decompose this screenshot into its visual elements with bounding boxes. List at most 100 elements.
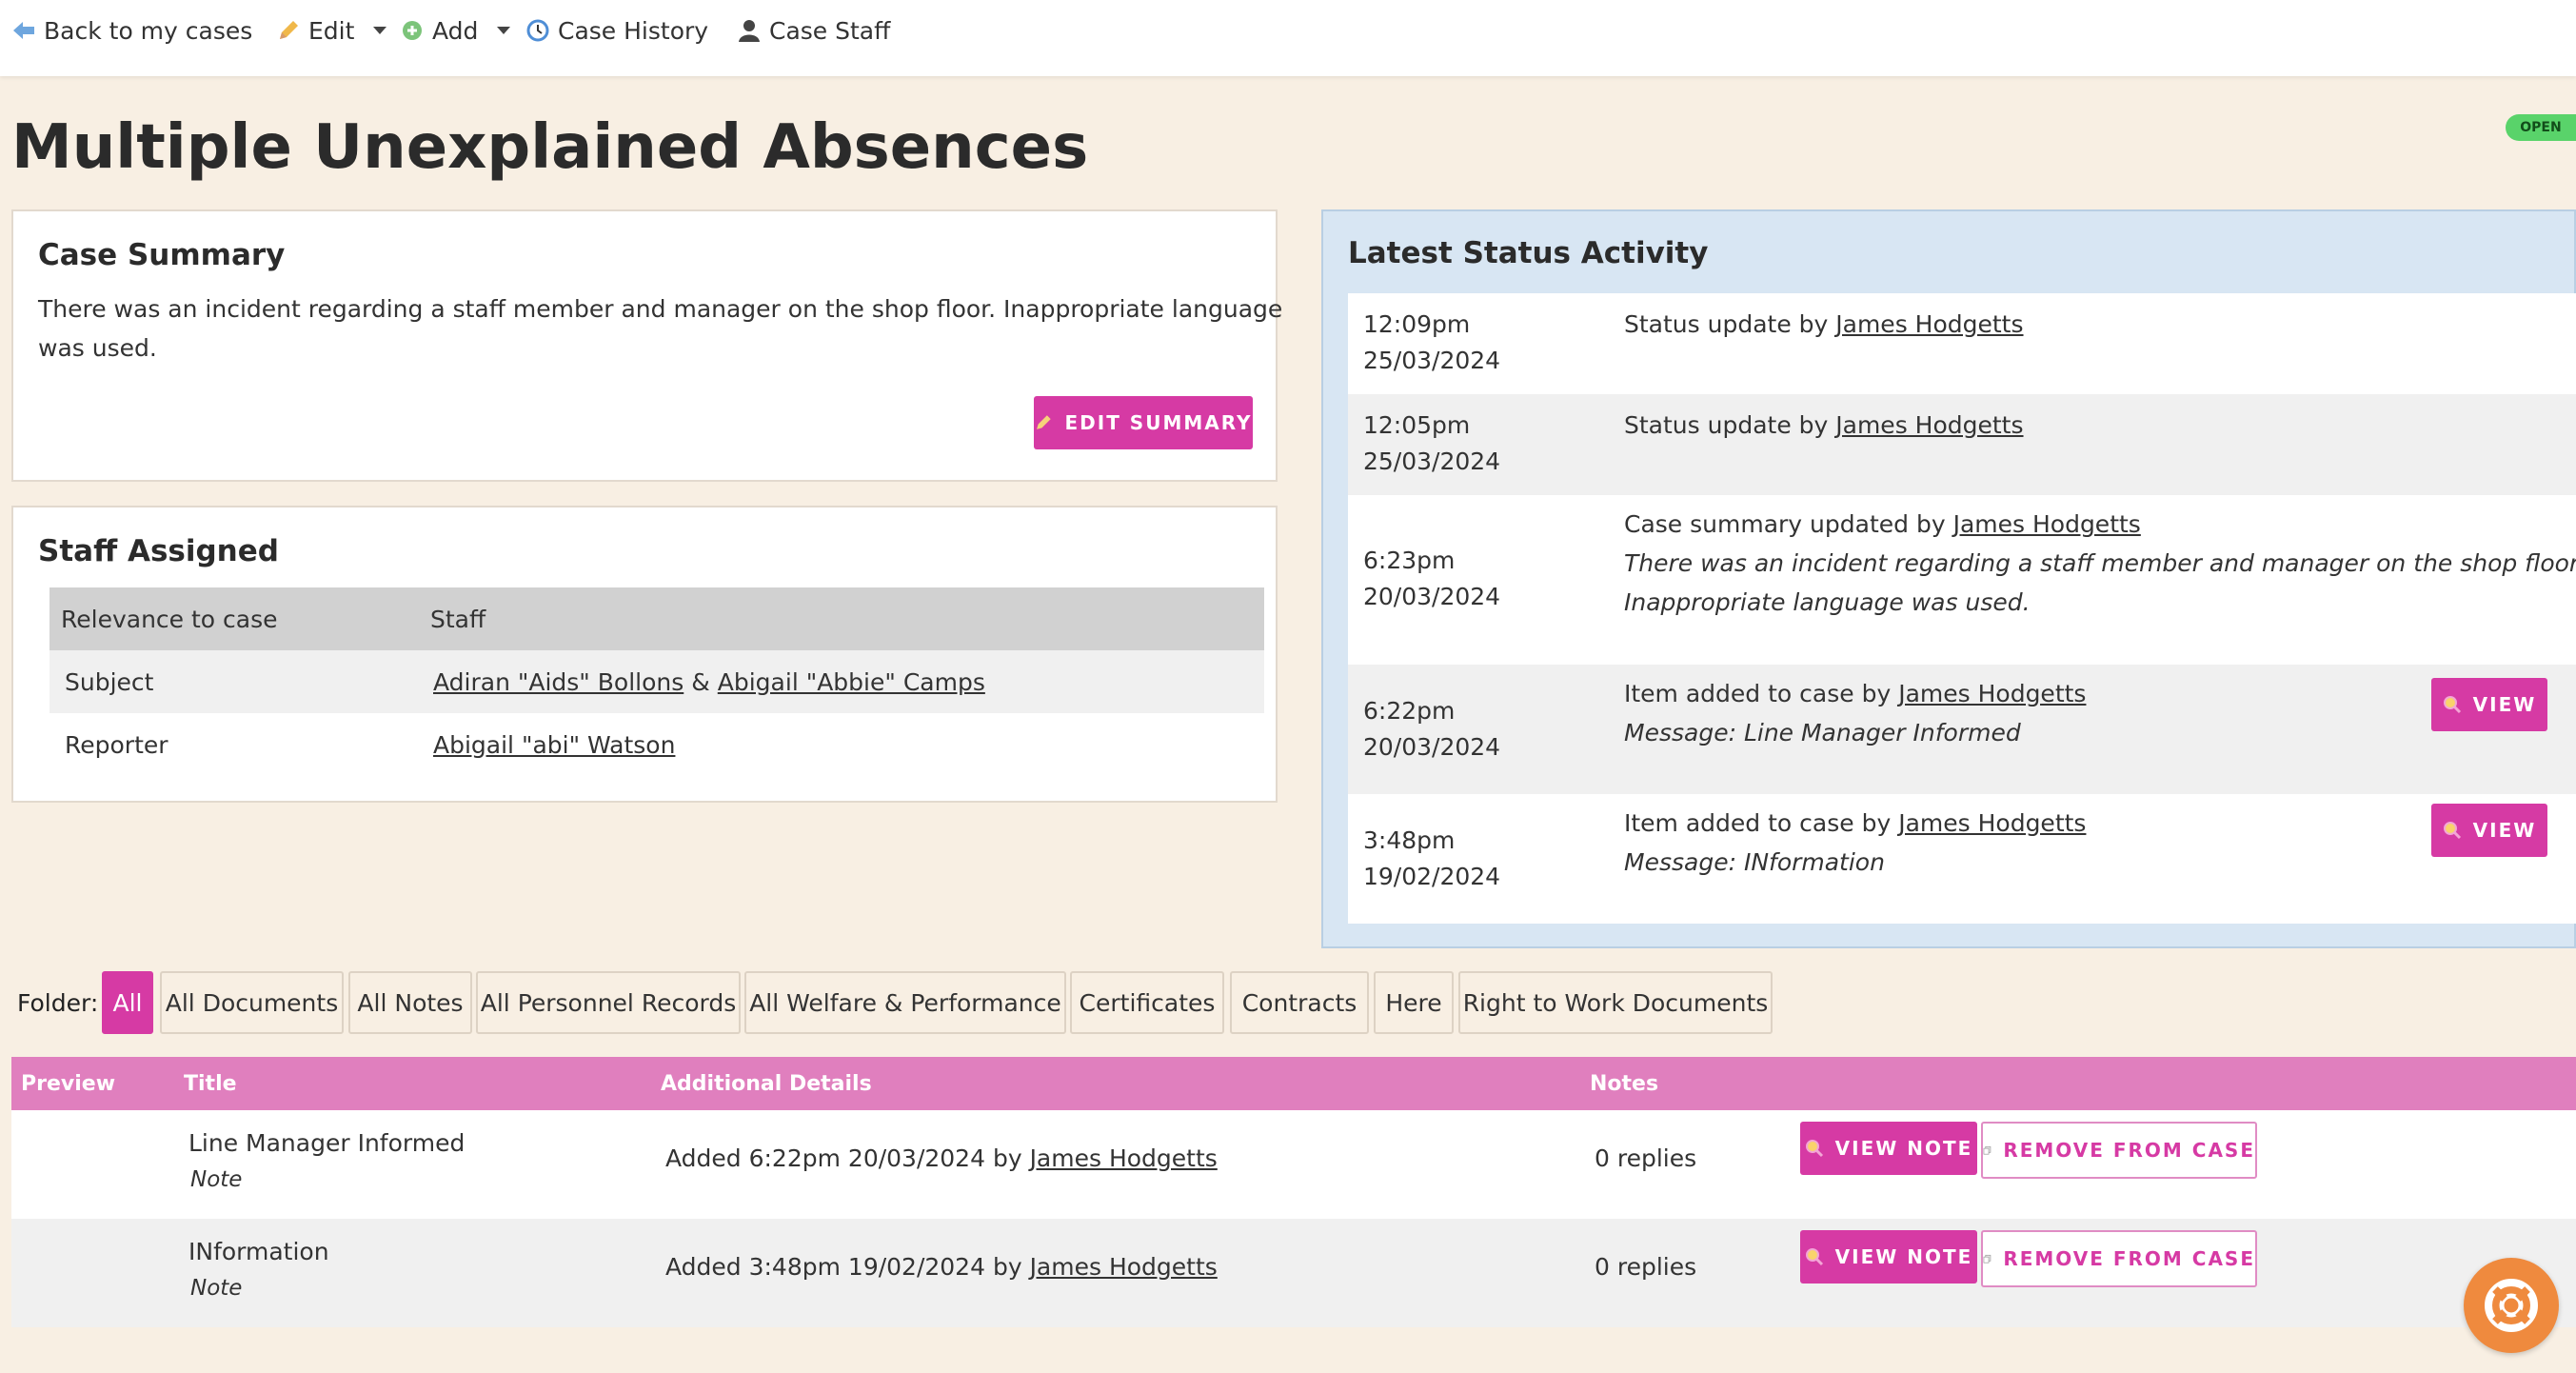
case-history-label: Case History (558, 16, 709, 45)
user-link[interactable]: James Hodgetts (1898, 809, 2086, 837)
folder-tab-contracts[interactable]: Contracts (1230, 971, 1369, 1034)
activity-time: 6:23pm (1363, 547, 1456, 574)
support-widget-button[interactable] (2464, 1258, 2559, 1353)
activity-text: Case summary updated by (1624, 510, 1946, 538)
activity-date: 25/03/2024 (1363, 448, 1501, 475)
separator: & (691, 667, 710, 696)
folder-tab-certificates[interactable]: Certificates (1070, 971, 1224, 1034)
add-menu[interactable]: Add (400, 13, 511, 48)
folder-tab-all-personnel-records[interactable]: All Personnel Records (476, 971, 741, 1034)
table-row: INformation Note Added 3:48pm 19/02/2024… (11, 1219, 2576, 1327)
activity-item: 6:23pm 20/03/2024 Case summary updated b… (1348, 495, 2576, 665)
edit-menu[interactable]: Edit (276, 13, 387, 48)
magnifier-icon (1805, 1140, 1823, 1158)
activity-date: 19/02/2024 (1363, 863, 1501, 890)
back-label: Back to my cases (44, 16, 253, 45)
column-header-preview: Preview (21, 1071, 116, 1096)
case-staff-label: Case Staff (769, 16, 891, 45)
activity-timestamp: 6:23pm 20/03/2024 (1363, 543, 1500, 615)
activity-description: Case summary updated by James Hodgetts T… (1624, 505, 2576, 622)
magnifier-icon (2443, 822, 2461, 840)
table-row: Subject Adiran "Aids" Bollons & Abigail … (50, 650, 1264, 713)
view-note-button[interactable]: VIEW NOTE (1800, 1122, 1977, 1175)
view-button[interactable]: VIEW (2431, 804, 2547, 857)
activity-time: 12:09pm (1363, 310, 1471, 338)
folder-tab-all-documents[interactable]: All Documents (160, 971, 344, 1034)
magnifier-icon (1805, 1248, 1823, 1266)
arrow-left-icon (13, 22, 34, 39)
table-row: Reporter Abigail "abi" Watson (50, 713, 1264, 776)
staff-link[interactable]: Abigail "abi" Watson (433, 731, 675, 759)
clock-icon (526, 19, 549, 42)
file-details: Added 6:22pm 20/03/2024 by James Hodgett… (665, 1144, 1218, 1172)
user-link[interactable]: James Hodgetts (1953, 510, 2141, 538)
activity-text: Item added to case by (1624, 809, 1892, 837)
staff-table-header: Relevance to case Staff (50, 587, 1264, 650)
file-title: INformation (188, 1238, 329, 1265)
remove-from-case-button[interactable]: REMOVE FROM CASE (1981, 1230, 2257, 1287)
staff-link[interactable]: Adiran "Aids" Bollons (433, 668, 684, 696)
case-staff-link[interactable]: Case Staff (737, 13, 890, 48)
magnifier-icon (2443, 696, 2461, 714)
file-type: Note (190, 1276, 243, 1301)
chevron-down-icon (497, 27, 511, 34)
column-header-relevance: Relevance to case (61, 605, 278, 633)
activity-detail: Inappropriate language was used. (1624, 588, 2031, 616)
plus-circle-icon (403, 21, 422, 40)
relevance-cell: Reporter (65, 730, 168, 759)
activity-date: 20/03/2024 (1363, 583, 1501, 610)
column-header-additional-details: Additional Details (661, 1071, 872, 1096)
activity-item: 3:48pm 19/02/2024 Item added to case by … (1348, 794, 2576, 924)
user-link[interactable]: James Hodgetts (1835, 411, 2023, 439)
staff-link[interactable]: Abigail "Abbie" Camps (718, 668, 985, 696)
remove-from-case-button[interactable]: REMOVE FROM CASE (1981, 1122, 2257, 1179)
file-title: Line Manager Informed (188, 1129, 466, 1157)
case-summary-text: There was an incident regarding a staff … (38, 289, 1282, 368)
summary-line: There was an incident regarding a staff … (38, 295, 1283, 323)
activity-item: 6:22pm 20/03/2024 Item added to case by … (1348, 665, 2576, 794)
activity-item: 12:09pm 25/03/2024 Status update by Jame… (1348, 293, 2576, 394)
back-to-cases-link[interactable]: Back to my cases (11, 13, 252, 48)
edit-summary-button[interactable]: EDIT SUMMARY (1034, 396, 1253, 449)
activity-detail: Message: INformation (1624, 848, 1885, 876)
activity-date: 20/03/2024 (1363, 733, 1501, 761)
activity-text: Status update by (1624, 411, 1829, 439)
person-icon (739, 20, 760, 42)
user-link[interactable]: James Hodgetts (1835, 310, 2023, 338)
activity-time: 12:05pm (1363, 411, 1471, 439)
remove-from-case-label: REMOVE FROM CASE (2003, 1139, 2255, 1162)
activity-description: Item added to case by James Hodgetts Mes… (1624, 804, 2086, 882)
folder-tab-all-welfare-performance[interactable]: All Welfare & Performance (744, 971, 1066, 1034)
activity-text: Item added to case by (1624, 680, 1892, 707)
view-note-label: VIEW NOTE (1834, 1245, 1973, 1268)
file-notes: 0 replies (1595, 1144, 1697, 1172)
folder-label: Folder: (17, 988, 99, 1017)
user-link[interactable]: James Hodgetts (1030, 1253, 1218, 1281)
chevron-down-icon (373, 27, 387, 34)
activity-timestamp: 3:48pm 19/02/2024 (1363, 823, 1500, 895)
table-row: Line Manager Informed Note Added 6:22pm … (11, 1110, 2576, 1219)
top-toolbar: Back to my cases Edit Add Case History C… (0, 0, 2576, 76)
view-button[interactable]: VIEW (2431, 678, 2547, 731)
folder-tab-all[interactable]: All (102, 971, 153, 1034)
activity-description: Item added to case by James Hodgetts Mes… (1624, 674, 2086, 752)
copy-icon (1983, 1145, 1991, 1155)
activity-date: 25/03/2024 (1363, 347, 1501, 374)
pencil-icon (1037, 415, 1052, 429)
activity-detail: There was an incident regarding a staff … (1624, 549, 2576, 577)
file-type: Note (190, 1167, 243, 1192)
activity-heading: Latest Status Activity (1348, 236, 1709, 270)
view-note-label: VIEW NOTE (1834, 1137, 1973, 1160)
folder-tab-all-notes[interactable]: All Notes (348, 971, 472, 1034)
folder-tab-right-to-work-documents[interactable]: Right to Work Documents (1458, 971, 1773, 1034)
relevance-cell: Subject (65, 667, 154, 696)
case-history-link[interactable]: Case History (525, 13, 708, 48)
folder-tab-here[interactable]: Here (1374, 971, 1454, 1034)
case-summary-heading: Case Summary (38, 238, 286, 272)
details-text: Added 6:22pm 20/03/2024 by (665, 1144, 1022, 1172)
user-link[interactable]: James Hodgetts (1030, 1144, 1218, 1172)
add-label: Add (432, 16, 479, 45)
user-link[interactable]: James Hodgetts (1898, 680, 2086, 707)
edit-summary-label: EDIT SUMMARY (1064, 411, 1253, 434)
view-note-button[interactable]: VIEW NOTE (1800, 1230, 1977, 1283)
